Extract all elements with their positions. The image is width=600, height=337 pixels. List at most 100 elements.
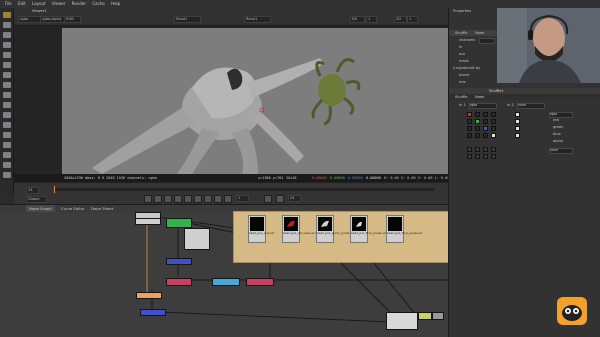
- input-b-dropdown[interactable]: Read1: [244, 16, 271, 23]
- creature-render: [92, 58, 361, 174]
- menu-help[interactable]: Help: [111, 0, 120, 8]
- play-forward-button[interactable]: [194, 195, 202, 203]
- views-tool-icon[interactable]: [3, 112, 11, 118]
- proxy-dropdown[interactable]: 2D: [394, 16, 407, 23]
- label-mix: mix: [459, 80, 466, 84]
- node-tab[interactable]: Node: [475, 95, 484, 99]
- transform-node[interactable]: [136, 292, 162, 299]
- dot-node[interactable]: [432, 312, 444, 320]
- mode-dropdown[interactable]: rgba.alpha: [40, 16, 65, 23]
- thumb-label-3: head_pos_prime_grade.exr: [317, 231, 355, 235]
- timeline-bar: 24 Global 1 24: [14, 182, 448, 204]
- shuffle-node-a[interactable]: [166, 258, 192, 265]
- read-thumb-1[interactable]: head_pos_orig.exr: [248, 215, 275, 243]
- value-green: 0.00000: [330, 175, 345, 180]
- menu-viewer[interactable]: Viewer: [52, 0, 66, 8]
- pixel-coords: x=1368 y=764: [258, 175, 284, 180]
- label-red: red: [553, 118, 559, 122]
- read-thumb-5[interactable]: head_pos_final_grade.exr: [386, 215, 423, 243]
- read-thumb-4[interactable]: head_pos_final_grade.exr: [350, 215, 387, 243]
- metadata-tool-icon[interactable]: [3, 122, 11, 128]
- last-frame-button[interactable]: [224, 195, 232, 203]
- step-forward-button[interactable]: [204, 195, 212, 203]
- channel-tool-icon[interactable]: [3, 42, 11, 48]
- input-a-dropdown[interactable]: Read1: [174, 16, 201, 23]
- menu-file[interactable]: File: [5, 0, 12, 8]
- keyer-tool-icon[interactable]: [3, 72, 11, 78]
- grade-node[interactable]: [166, 218, 192, 228]
- gamma-field[interactable]: 1: [366, 16, 377, 23]
- frame-number-field[interactable]: 1: [236, 195, 249, 202]
- loop-mode-button[interactable]: [264, 195, 272, 203]
- in1-dropdown[interactable]: rgba: [469, 103, 497, 109]
- transform-tool-icon[interactable]: [3, 92, 11, 98]
- draw-tool-icon[interactable]: [3, 22, 11, 28]
- read-node[interactable]: [135, 218, 161, 225]
- time-tool-icon[interactable]: [3, 32, 11, 38]
- first-frame-button[interactable]: [144, 195, 152, 203]
- shuffle-tab[interactable]: Shuffle: [455, 95, 468, 99]
- menu-bar: File Edit Layout Viewer Render Cache Hel…: [0, 0, 600, 8]
- viewer-tab[interactable]: Viewer1: [32, 9, 47, 13]
- image-tool-icon[interactable]: [3, 12, 11, 18]
- thumb-label-2: head_pos_ref_noise.exr: [283, 231, 316, 235]
- merge-tool-icon[interactable]: [3, 82, 11, 88]
- label-mask: mask: [459, 59, 469, 63]
- panel1-tab-settings[interactable]: Node: [475, 31, 484, 35]
- viewer-node[interactable]: [386, 312, 418, 330]
- backdrop-node[interactable]: head_pos_orig.exr head_pos_ref_noise.exr…: [233, 211, 451, 263]
- filter-tool-icon[interactable]: [3, 62, 11, 68]
- presenter-video: [497, 8, 600, 83]
- value-red: 0.00000: [312, 175, 327, 180]
- viewer-info-bar: 2048x1536 bbox: 0 0 2048 1536 channels: …: [14, 174, 456, 182]
- playhead[interactable]: [54, 186, 55, 193]
- label-out: out: [459, 52, 465, 56]
- postage-stamp-node[interactable]: [184, 228, 210, 250]
- label-alpha: alpha: [553, 139, 563, 143]
- hsvl-info: H: 0.00 S: 0.00 V: 0.00 L: 0.00000: [384, 175, 456, 180]
- menu-edit[interactable]: Edit: [18, 0, 26, 8]
- properties-title: Properties: [453, 9, 472, 13]
- channels-dropdown[interactable]: rgba: [18, 16, 41, 23]
- range-dropdown[interactable]: Global: [26, 196, 47, 203]
- prev-key-button[interactable]: [154, 195, 162, 203]
- increment-field[interactable]: 24: [288, 195, 301, 202]
- read-thumb-3[interactable]: head_pos_prime_grade.exr: [316, 215, 355, 243]
- step-back-button[interactable]: [164, 195, 172, 203]
- merge-node-2[interactable]: [246, 278, 274, 286]
- timeline-scrubber[interactable]: [54, 188, 434, 191]
- label-unpremult: (un)premult by: [453, 66, 480, 70]
- 3d-tool-icon[interactable]: [3, 102, 11, 108]
- menu-layout[interactable]: Layout: [32, 0, 46, 8]
- value-alpha: 0.00000: [366, 175, 381, 180]
- color-tool-icon[interactable]: [3, 52, 11, 58]
- play-backward-button[interactable]: [174, 195, 182, 203]
- merge-node[interactable]: [166, 278, 192, 286]
- furnace-tool-icon[interactable]: [3, 152, 11, 158]
- stop-button[interactable]: [184, 195, 192, 203]
- increment-button[interactable]: [276, 195, 284, 203]
- label-invert: invert: [459, 73, 470, 77]
- read-thumb-2[interactable]: head_pos_ref_noise.exr: [282, 215, 316, 243]
- shuffle-matrix[interactable]: [467, 112, 547, 162]
- in2-dropdown[interactable]: none: [517, 103, 545, 109]
- channels-field[interactable]: [479, 38, 495, 44]
- menu-cache[interactable]: Cache: [92, 0, 104, 8]
- next-key-button[interactable]: [214, 195, 222, 203]
- toolsets-tool-icon[interactable]: [3, 132, 11, 138]
- panel1-tab-node[interactable]: Shuffle: [455, 31, 468, 35]
- label-in1: in 1: [459, 103, 466, 107]
- copy-node[interactable]: [212, 278, 240, 286]
- shuffle-node-b[interactable]: [140, 309, 166, 316]
- script-tool-icon[interactable]: [3, 172, 11, 178]
- value-blue: 0.00000: [348, 175, 363, 180]
- menu-render[interactable]: Render: [72, 0, 86, 8]
- display-dropdown[interactable]: RGB: [64, 16, 81, 23]
- frame-field[interactable]: 1: [407, 16, 418, 23]
- fps-field[interactable]: 24: [26, 187, 39, 194]
- gain-field[interactable]: f/8: [350, 16, 365, 23]
- ocula-tool-icon[interactable]: [3, 162, 11, 168]
- out2-dropdown[interactable]: none: [549, 148, 573, 154]
- write-node[interactable]: [418, 312, 432, 320]
- other-tool-icon[interactable]: [3, 142, 11, 148]
